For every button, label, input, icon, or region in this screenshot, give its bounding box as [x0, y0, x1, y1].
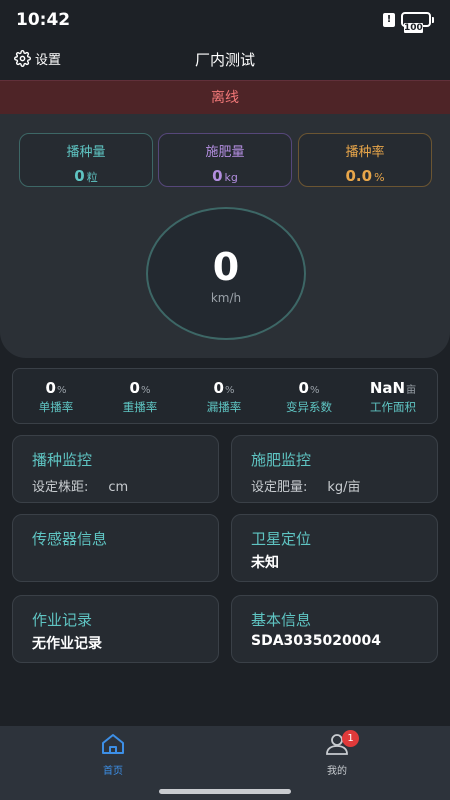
tab-home[interactable]: 首页: [73, 732, 153, 777]
miss-seeding-rate: 0% 漏播率: [184, 369, 264, 415]
metric-label: 变异系数: [286, 400, 332, 414]
status-icons: ! 100: [383, 12, 434, 33]
status-time: 10:42: [16, 10, 71, 30]
stat-title: 播种率: [345, 145, 385, 160]
card-title: 施肥监控: [251, 451, 312, 469]
sensor-info-card[interactable]: 传感器信息: [12, 514, 219, 582]
metric-unit: %: [309, 385, 320, 396]
stat-title: 播种量: [66, 145, 106, 160]
card-title: 作业记录: [32, 611, 93, 629]
battery-icon: 100: [401, 12, 434, 33]
tab-mine-label: 我的: [327, 766, 347, 777]
fertilizer-amount-card: 施肥量 0 kg: [158, 133, 292, 187]
setting-unit: kg/亩: [327, 480, 361, 495]
home-indicator: [159, 789, 291, 794]
stat-value: 0.0: [345, 167, 373, 185]
tab-mine[interactable]: 1 我的: [297, 730, 377, 777]
metric-unit: %: [56, 385, 67, 396]
metric-unit: %: [140, 385, 151, 396]
stat-value: 0: [74, 167, 85, 185]
notification-badge: 1: [342, 730, 359, 747]
card-title: 播种监控: [32, 451, 93, 469]
stat-title: 施肥量: [205, 145, 245, 160]
setting-label: 设定株距:: [32, 480, 89, 495]
records-status: 无作业记录: [32, 636, 102, 652]
metric-label: 工作面积: [370, 400, 416, 414]
card-title: 基本信息: [251, 611, 312, 629]
speed-value: 0: [212, 245, 240, 289]
home-icon: [102, 734, 124, 754]
metric-value: NaN: [369, 379, 406, 397]
stat-unit: %: [374, 171, 385, 184]
page-title: 厂内测试: [194, 51, 255, 69]
tab-home-label: 首页: [103, 766, 123, 777]
status-bar: 10:42 ! 100: [0, 0, 450, 40]
metric-value: 0: [298, 379, 309, 397]
gps-location-card[interactable]: 卫星定位 未知: [231, 514, 438, 582]
metric-value: 0: [213, 379, 224, 397]
stat-value: 0: [212, 167, 223, 185]
seeding-amount-card: 播种量 0粒: [19, 133, 153, 187]
metrics-panel: 0% 单播率 0% 重播率 0% 漏播率 0% 变异系数 NaN亩 工作面积: [12, 368, 438, 424]
speed-gauge: 0 km/h: [146, 207, 306, 340]
card-title: 传感器信息: [32, 530, 108, 548]
metric-value: 0: [45, 379, 56, 397]
header: 设置 厂内测试: [0, 40, 450, 78]
seeding-monitor-card[interactable]: 播种监控 设定株距: cm: [12, 435, 219, 503]
metric-value: 0: [129, 379, 140, 397]
connection-status-banner: 离线: [0, 80, 450, 114]
basic-info-card[interactable]: 基本信息 SDA3035020004: [231, 595, 438, 663]
setting-label: 设定肥量:: [251, 480, 308, 495]
work-area: NaN亩 工作面积: [353, 369, 433, 415]
card-title: 卫星定位: [251, 530, 312, 548]
metric-unit: %: [224, 385, 235, 396]
gps-status: 未知: [251, 555, 279, 571]
plant-spacing-setting: 设定株距: cm: [32, 476, 128, 495]
alert-icon: !: [383, 12, 395, 27]
metric-label: 单播率: [38, 400, 74, 414]
metric-label: 漏播率: [206, 400, 242, 414]
setting-unit: cm: [108, 480, 129, 495]
work-records-card[interactable]: 作业记录 无作业记录: [12, 595, 219, 663]
metric-label: 重播率: [122, 400, 158, 414]
speed-unit: km/h: [210, 291, 242, 305]
stat-unit: 粒: [86, 171, 98, 184]
fertilizer-monitor-card[interactable]: 施肥监控 设定肥量: kg/亩: [231, 435, 438, 503]
battery-level: 100: [404, 23, 423, 33]
seeding-rate-card: 播种率 0.0%: [298, 133, 432, 187]
device-id: SDA3035020004: [251, 633, 381, 649]
variation-coefficient: 0% 变异系数: [269, 369, 349, 415]
stat-unit: kg: [224, 171, 238, 184]
fertilizer-amount-setting: 设定肥量: kg/亩: [251, 476, 361, 495]
single-seeding-rate: 0% 单播率: [16, 369, 96, 415]
summary-panel: 播种量 0粒 施肥量 0 kg 播种率 0.0% 0 km/h: [0, 114, 450, 358]
metric-unit: 亩: [406, 385, 417, 396]
double-seeding-rate: 0% 重播率: [100, 369, 180, 415]
